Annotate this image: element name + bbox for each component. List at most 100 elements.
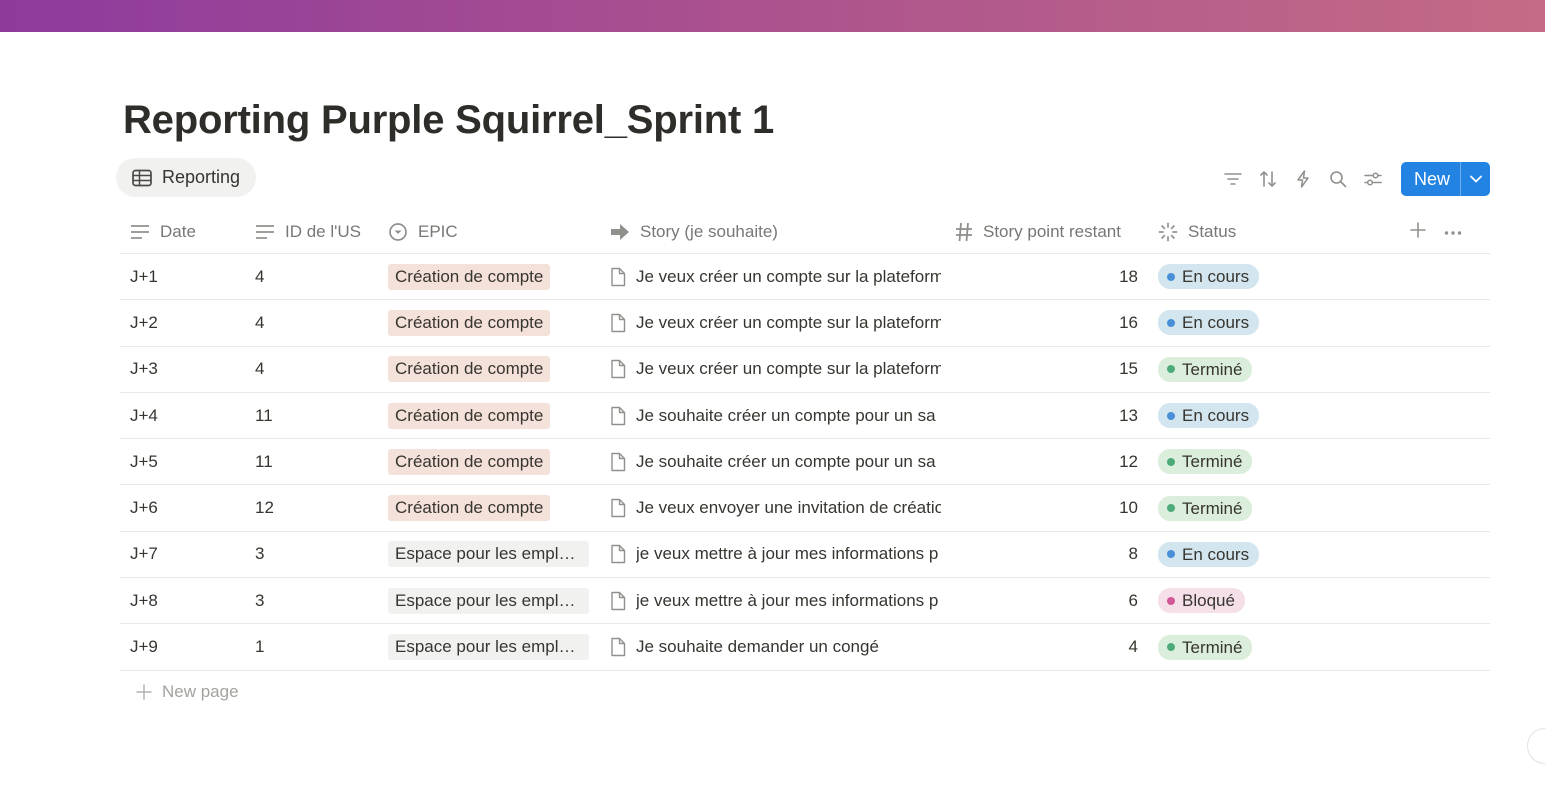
filter-icon[interactable] bbox=[1216, 162, 1251, 196]
table-row[interactable]: J+4 11 Création de compte Je souhaite créer… bbox=[120, 393, 1490, 440]
cell-epic[interactable]: Espace pour les emplo... bbox=[388, 578, 589, 623]
status-dot bbox=[1167, 596, 1175, 605]
epic-tag: Création de compte bbox=[388, 495, 551, 522]
cell-date[interactable]: J+3 bbox=[130, 347, 158, 392]
cell-points[interactable]: 16 bbox=[955, 300, 1138, 345]
search-icon[interactable] bbox=[1321, 162, 1356, 196]
cell-date[interactable]: J+7 bbox=[130, 532, 158, 577]
status-dot bbox=[1167, 272, 1175, 281]
cell-id[interactable]: 11 bbox=[255, 393, 273, 438]
page-cover bbox=[0, 0, 1545, 32]
cell-points[interactable]: 10 bbox=[955, 485, 1138, 530]
cell-epic[interactable]: Création de compte bbox=[388, 439, 551, 484]
plus-icon[interactable] bbox=[1410, 221, 1426, 243]
cell-date[interactable]: J+8 bbox=[130, 578, 158, 623]
cell-status[interactable]: En cours bbox=[1158, 300, 1260, 345]
cell-points[interactable]: 15 bbox=[955, 347, 1138, 392]
new-button[interactable]: New bbox=[1401, 162, 1460, 196]
cell-epic[interactable]: Espace pour les emplo... bbox=[388, 532, 589, 577]
cell-points[interactable]: 8 bbox=[955, 532, 1138, 577]
cell-points[interactable]: 4 bbox=[955, 624, 1138, 669]
cell-status[interactable]: En cours bbox=[1158, 254, 1260, 299]
cell-points[interactable]: 12 bbox=[955, 439, 1138, 484]
page-icon bbox=[610, 498, 626, 518]
cell-date[interactable]: J+9 bbox=[130, 624, 158, 669]
table-row[interactable]: J+2 4 Création de compte Je veux créer un c… bbox=[120, 300, 1490, 347]
cell-status[interactable]: Terminé bbox=[1158, 624, 1253, 669]
cell-id[interactable]: 3 bbox=[255, 578, 264, 623]
cell-story[interactable]: Je veux créer un compte sur la plateform… bbox=[610, 347, 945, 392]
cell-points[interactable]: 18 bbox=[955, 254, 1138, 299]
cell-story[interactable]: Je souhaite créer un compte pour un sa bbox=[610, 439, 945, 484]
cell-date[interactable]: J+6 bbox=[130, 485, 158, 530]
chevron-down-icon[interactable] bbox=[1460, 162, 1490, 196]
cell-points[interactable]: 13 bbox=[955, 393, 1138, 438]
story-text: Je veux créer un compte sur la plateform… bbox=[636, 359, 941, 379]
more-options-icon[interactable] bbox=[1444, 223, 1462, 241]
epic-tag: Espace pour les emplo... bbox=[388, 541, 589, 568]
cell-date[interactable]: J+1 bbox=[130, 254, 158, 299]
header-actions bbox=[1410, 210, 1462, 254]
cell-story[interactable]: je veux mettre à jour mes informations p bbox=[610, 578, 945, 623]
cell-story[interactable]: Je veux créer un compte sur la plateform… bbox=[610, 300, 945, 345]
status-label: En cours bbox=[1182, 544, 1250, 564]
page-icon bbox=[610, 267, 626, 287]
status-badge: En cours bbox=[1158, 541, 1260, 567]
settings-sliders-icon[interactable] bbox=[1356, 162, 1391, 196]
cell-story[interactable]: Je veux créer un compte sur la plateform… bbox=[610, 254, 945, 299]
column-header-story[interactable]: Story (je souhaite) bbox=[610, 222, 945, 242]
cell-status[interactable]: En cours bbox=[1158, 532, 1260, 577]
cell-epic[interactable]: Création de compte bbox=[388, 300, 551, 345]
lightning-icon[interactable] bbox=[1286, 162, 1321, 196]
story-text: je veux mettre à jour mes informations p bbox=[636, 590, 939, 610]
cell-status[interactable]: Bloqué bbox=[1158, 578, 1245, 623]
table-row[interactable]: J+1 4 Création de compte Je veux créer un c… bbox=[120, 254, 1490, 301]
cell-story[interactable]: Je souhaite créer un compte pour un sa bbox=[610, 393, 945, 438]
cell-id[interactable]: 11 bbox=[255, 439, 273, 484]
cell-points[interactable]: 6 bbox=[955, 578, 1138, 623]
status-badge: En cours bbox=[1158, 264, 1260, 290]
status-badge: Terminé bbox=[1158, 449, 1253, 475]
column-header-label: Story point restant bbox=[983, 221, 1121, 241]
cell-epic[interactable]: Création de compte bbox=[388, 393, 551, 438]
cell-status[interactable]: Terminé bbox=[1158, 347, 1253, 392]
cell-epic[interactable]: Espace pour les emplo... bbox=[388, 624, 589, 669]
cell-date[interactable]: J+5 bbox=[130, 439, 158, 484]
sort-icon[interactable] bbox=[1251, 162, 1286, 196]
column-header-id[interactable]: ID de l'US bbox=[255, 222, 361, 242]
table-row[interactable]: J+3 4 Création de compte Je veux créer un c… bbox=[120, 347, 1490, 393]
column-header-epic[interactable]: EPIC bbox=[388, 222, 458, 242]
column-header-points[interactable]: Story point restant bbox=[955, 222, 1121, 242]
column-header-status[interactable]: Status bbox=[1158, 222, 1236, 242]
cell-epic[interactable]: Création de compte bbox=[388, 485, 551, 530]
story-text: je veux mettre à jour mes informations p bbox=[636, 544, 939, 564]
column-header-label: EPIC bbox=[418, 221, 458, 241]
table-row[interactable]: J+8 3 Espace pour les emplo... je veux mett… bbox=[120, 578, 1490, 625]
column-header-date[interactable]: Date bbox=[130, 222, 196, 242]
cell-story[interactable]: Je souhaite demander un congé bbox=[610, 624, 945, 669]
cell-date[interactable]: J+2 bbox=[130, 300, 158, 345]
cell-id[interactable]: 4 bbox=[255, 347, 264, 392]
cell-epic[interactable]: Création de compte bbox=[388, 254, 551, 299]
cell-id[interactable]: 4 bbox=[255, 254, 264, 299]
cell-epic[interactable]: Création de compte bbox=[388, 347, 551, 392]
new-page-button[interactable]: New page bbox=[136, 682, 239, 702]
cell-status[interactable]: Terminé bbox=[1158, 485, 1253, 530]
cell-id[interactable]: 4 bbox=[255, 300, 264, 345]
cell-id[interactable]: 3 bbox=[255, 532, 264, 577]
cell-story[interactable]: Je veux envoyer une invitation de créati… bbox=[610, 485, 945, 530]
help-button[interactable] bbox=[1527, 728, 1545, 764]
cell-status[interactable]: Terminé bbox=[1158, 439, 1253, 484]
cell-status[interactable]: En cours bbox=[1158, 393, 1260, 438]
page-icon bbox=[610, 452, 626, 472]
cell-id[interactable]: 12 bbox=[255, 485, 274, 530]
table-row[interactable]: J+5 11 Création de compte Je souhaite créer… bbox=[120, 439, 1490, 486]
table-row[interactable]: J+6 12 Création de compte Je veux envoyer u… bbox=[120, 485, 1490, 532]
view-tab-reporting[interactable]: Reporting bbox=[116, 158, 257, 197]
cell-story[interactable]: je veux mettre à jour mes informations p bbox=[610, 532, 945, 577]
table-row[interactable]: J+9 1 Espace pour les emplo... Je souhaite … bbox=[120, 624, 1490, 671]
cell-date[interactable]: J+4 bbox=[130, 393, 158, 438]
cell-id[interactable]: 1 bbox=[255, 624, 264, 669]
table-row[interactable]: J+7 3 Espace pour les emplo... je veux mett… bbox=[120, 532, 1490, 579]
status-badge: En cours bbox=[1158, 310, 1260, 336]
